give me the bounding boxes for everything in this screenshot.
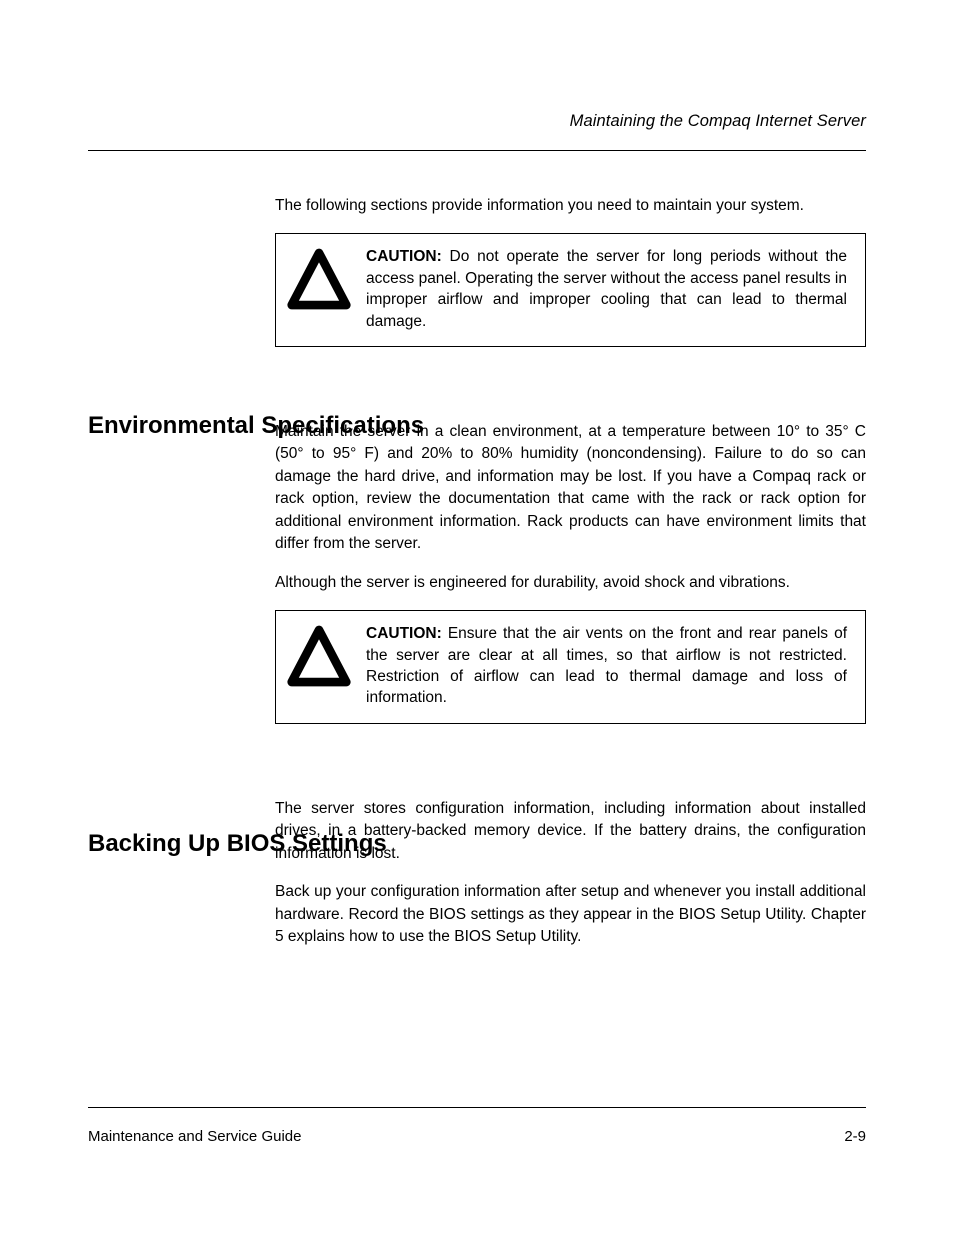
intro-paragraph: The following sections provide informati… bbox=[275, 195, 866, 217]
env-paragraph-2: Although the server is engineered for du… bbox=[275, 572, 866, 594]
warning-triangle-icon bbox=[286, 248, 352, 310]
top-rule bbox=[88, 150, 866, 151]
caution-2-text: CAUTION: Ensure that the air vents on th… bbox=[366, 623, 847, 709]
caution-box-2: CAUTION: Ensure that the air vents on th… bbox=[275, 610, 866, 724]
caution-1-label: CAUTION: bbox=[366, 248, 442, 265]
caution-box-1: CAUTION: Do not operate the server for l… bbox=[275, 233, 866, 347]
caution-1-text: CAUTION: Do not operate the server for l… bbox=[366, 246, 847, 332]
bios-paragraph-2: Back up your configuration information a… bbox=[275, 881, 866, 948]
footer-right: 2-9 bbox=[844, 1128, 866, 1145]
warning-triangle-icon bbox=[286, 625, 352, 687]
caution-2-label: CAUTION: bbox=[366, 625, 442, 642]
env-paragraph-1: Maintain the server in a clean environme… bbox=[275, 421, 866, 556]
bottom-rule bbox=[88, 1107, 866, 1108]
running-header: Maintaining the Compaq Internet Server bbox=[570, 112, 866, 131]
heading-bios: Backing Up BIOS Settings bbox=[88, 830, 387, 858]
footer-left: Maintenance and Service Guide bbox=[88, 1128, 301, 1145]
heading-environmental: Environmental Specifications bbox=[88, 412, 424, 440]
